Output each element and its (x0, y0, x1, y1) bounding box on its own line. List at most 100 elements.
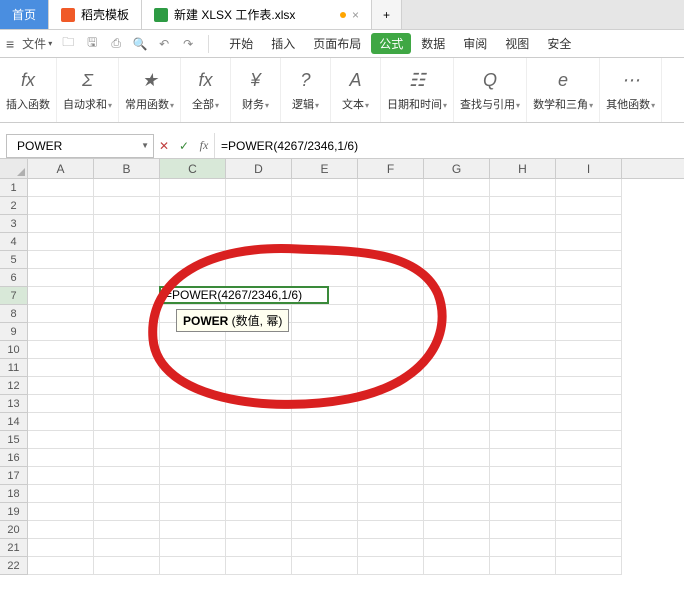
cell[interactable] (94, 359, 160, 377)
cell[interactable] (160, 431, 226, 449)
cell[interactable] (94, 485, 160, 503)
cell[interactable] (358, 395, 424, 413)
cell[interactable] (160, 413, 226, 431)
cell[interactable] (226, 215, 292, 233)
cell[interactable] (424, 449, 490, 467)
cell[interactable] (226, 377, 292, 395)
cell[interactable] (424, 413, 490, 431)
cell[interactable] (94, 431, 160, 449)
cell[interactable] (556, 251, 622, 269)
row-header[interactable]: 18 (0, 485, 28, 503)
row-header[interactable]: 1 (0, 179, 28, 197)
cell[interactable] (358, 323, 424, 341)
cell[interactable] (226, 539, 292, 557)
ribbon-item-3[interactable]: fx全部▾ (181, 58, 231, 122)
cell[interactable] (160, 233, 226, 251)
cell[interactable] (358, 197, 424, 215)
cell[interactable] (160, 539, 226, 557)
cell[interactable] (160, 485, 226, 503)
print-icon[interactable]: ⎙ (108, 36, 124, 52)
cell[interactable] (28, 233, 94, 251)
active-cell[interactable]: =POWER(4267/2346,1/6) (159, 286, 329, 304)
cell[interactable] (28, 503, 94, 521)
menu-tab-0[interactable]: 开始 (221, 35, 261, 52)
cell[interactable] (556, 557, 622, 575)
cell[interactable] (28, 269, 94, 287)
cell[interactable] (226, 395, 292, 413)
cell[interactable] (28, 197, 94, 215)
cell[interactable] (490, 467, 556, 485)
row-header[interactable]: 10 (0, 341, 28, 359)
hamburger-icon[interactable]: ≡ (6, 36, 14, 52)
ribbon-item-10[interactable]: ⋯其他函数▾ (600, 58, 662, 122)
column-header[interactable]: F (358, 159, 424, 178)
cell[interactable] (556, 377, 622, 395)
fx-button[interactable]: fx (194, 138, 214, 153)
cell[interactable] (556, 521, 622, 539)
save-icon[interactable]: 🖫 (84, 36, 100, 52)
menu-tab-2[interactable]: 页面布局 (305, 35, 369, 52)
cell[interactable] (292, 485, 358, 503)
cell[interactable] (358, 467, 424, 485)
cell[interactable] (424, 341, 490, 359)
ribbon-item-6[interactable]: A文本▾ (331, 58, 381, 122)
cell[interactable] (160, 215, 226, 233)
cell[interactable] (490, 503, 556, 521)
row-header[interactable]: 11 (0, 359, 28, 377)
cell[interactable] (556, 179, 622, 197)
cell[interactable] (160, 449, 226, 467)
cell[interactable] (556, 485, 622, 503)
cell[interactable] (292, 395, 358, 413)
cell[interactable] (28, 521, 94, 539)
row-header[interactable]: 8 (0, 305, 28, 323)
redo-icon[interactable]: ↷ (180, 36, 196, 52)
cell[interactable] (226, 503, 292, 521)
cell[interactable] (226, 179, 292, 197)
cell[interactable] (490, 341, 556, 359)
cell[interactable] (424, 179, 490, 197)
cell[interactable] (490, 305, 556, 323)
cell[interactable] (292, 557, 358, 575)
cell[interactable] (358, 449, 424, 467)
cell[interactable] (28, 323, 94, 341)
tab-template[interactable]: 稻壳模板 (49, 0, 142, 29)
cell[interactable] (94, 323, 160, 341)
cell[interactable] (358, 485, 424, 503)
cell[interactable] (226, 269, 292, 287)
cell[interactable] (226, 197, 292, 215)
cell[interactable] (490, 413, 556, 431)
cell[interactable] (424, 431, 490, 449)
cell[interactable] (292, 449, 358, 467)
cell[interactable] (556, 215, 622, 233)
column-header[interactable]: G (424, 159, 490, 178)
cell[interactable] (424, 521, 490, 539)
formula-input[interactable]: =POWER(4267/2346,1/6) (214, 133, 684, 158)
cell[interactable] (424, 233, 490, 251)
undo-icon[interactable]: ↶ (156, 36, 172, 52)
cell[interactable] (160, 377, 226, 395)
cell[interactable] (556, 233, 622, 251)
cell[interactable] (490, 179, 556, 197)
row-header[interactable]: 5 (0, 251, 28, 269)
row-header[interactable]: 6 (0, 269, 28, 287)
cell[interactable] (358, 269, 424, 287)
cell[interactable] (292, 305, 358, 323)
cell[interactable] (94, 341, 160, 359)
cell[interactable] (358, 431, 424, 449)
row-header[interactable]: 3 (0, 215, 28, 233)
cell[interactable] (358, 341, 424, 359)
row-header[interactable]: 22 (0, 557, 28, 575)
cancel-button[interactable]: ✕ (154, 139, 174, 153)
close-icon[interactable]: × (352, 8, 359, 22)
cell[interactable] (226, 557, 292, 575)
menu-tab-6[interactable]: 视图 (497, 35, 537, 52)
cell[interactable] (292, 539, 358, 557)
cell[interactable] (28, 251, 94, 269)
ribbon-item-4[interactable]: ¥财务▾ (231, 58, 281, 122)
cell[interactable] (94, 179, 160, 197)
cell[interactable] (160, 341, 226, 359)
cell[interactable] (94, 305, 160, 323)
menu-tab-4[interactable]: 数据 (413, 35, 453, 52)
cell[interactable] (490, 323, 556, 341)
cell[interactable] (490, 233, 556, 251)
